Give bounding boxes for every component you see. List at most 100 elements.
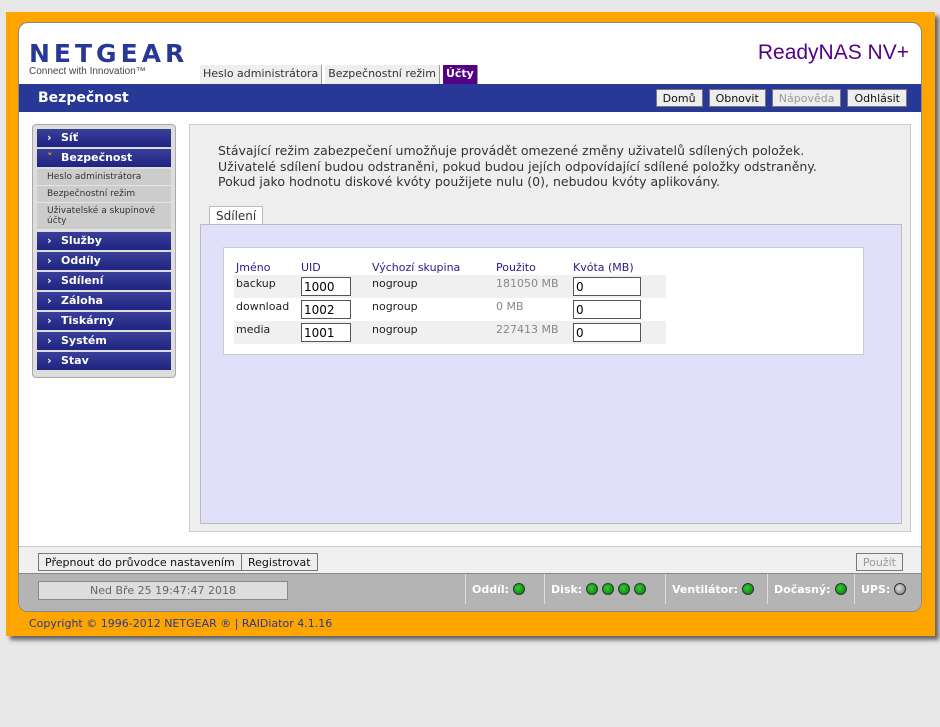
- led-grey-icon: [894, 583, 907, 595]
- table-row: media nogroup 227413 MB: [234, 321, 666, 344]
- sidebar-sub-admin-password[interactable]: Heslo administrátora: [37, 169, 171, 186]
- status-bar: Ned Bře 25 19:47:47 2018 Oddíl: Disk: Ve…: [19, 573, 921, 611]
- table-row: backup nogroup 181050 MB: [234, 275, 666, 298]
- bottom-bar: Přepnout do průvodce nastavením Registro…: [19, 546, 921, 573]
- clock: Ned Bře 25 19:47:47 2018: [38, 581, 288, 600]
- share-group: nogroup: [372, 300, 418, 313]
- chevron-right-icon: ›: [47, 354, 52, 367]
- content-area: › Síť ˅ Bezpečnost Heslo administrátora Be…: [19, 112, 921, 546]
- share-name: download: [236, 300, 290, 313]
- register-button[interactable]: Registrovat: [241, 553, 318, 571]
- led-green-icon: [513, 583, 526, 595]
- app-panel: NETGEAR Connect with Innovation™ Heslo a…: [18, 22, 922, 612]
- sidebar-item-label: Tiskárny: [61, 314, 114, 327]
- led-green-icon: [618, 583, 631, 595]
- uid-input[interactable]: [301, 323, 351, 342]
- share-users-box: Jméno UID Výchozí skupina Použito Kvóta …: [223, 247, 864, 355]
- chevron-right-icon: ›: [47, 334, 52, 347]
- section-bar: Bezpečnost Domů Obnovit Nápověda Odhlási…: [19, 84, 921, 112]
- col-uid: UID: [301, 261, 321, 274]
- chevron-right-icon: ›: [47, 314, 52, 327]
- netgear-logo: NETGEAR Connect with Innovation™: [29, 39, 188, 77]
- status-label: Oddíl:: [472, 582, 510, 596]
- share-used: 227413 MB: [494, 321, 571, 344]
- status-fan[interactable]: Ventilátor:: [665, 574, 767, 604]
- sidebar-item-label: Systém: [61, 334, 107, 347]
- share-used: 181050 MB: [494, 275, 571, 298]
- status-volume[interactable]: Oddíl:: [465, 574, 544, 604]
- help-button[interactable]: Nápověda: [771, 89, 842, 107]
- product-name: ReadyNAS NV+: [757, 41, 909, 64]
- top-tabs: Heslo administrátora Bezpečnostní režim …: [200, 65, 478, 84]
- sidebar-item-system[interactable]: › Systém: [37, 332, 171, 350]
- sidebar-item-label: Sdílení: [61, 274, 104, 287]
- sidebar-item-status[interactable]: › Stav: [37, 352, 171, 370]
- sidebar-item-label: Služby: [61, 234, 102, 247]
- sidebar-item-printers[interactable]: › Tiskárny: [37, 312, 171, 330]
- status-label: UPS:: [861, 582, 891, 596]
- uid-input[interactable]: [301, 300, 351, 319]
- col-used: Použito: [496, 261, 536, 274]
- tab-shares[interactable]: Sdílení: [209, 206, 264, 225]
- col-quota: Kvóta (MB): [573, 261, 634, 274]
- tab-accounts[interactable]: Účty: [442, 65, 478, 84]
- refresh-button[interactable]: Obnovit: [708, 89, 766, 107]
- status-disk[interactable]: Disk:: [544, 574, 665, 604]
- logo-text: NETGEAR: [29, 39, 189, 68]
- main-panel: Stávající režim zabezpečení umožňuje pro…: [189, 124, 911, 532]
- status-temp[interactable]: Dočasný:: [767, 574, 854, 604]
- tab-admin-password[interactable]: Heslo administrátora: [200, 65, 323, 84]
- col-name: Jméno: [236, 261, 271, 274]
- apply-button[interactable]: Použít: [855, 553, 903, 571]
- sidebar: › Síť ˅ Bezpečnost Heslo administrátora Be…: [32, 124, 176, 378]
- sidebar-sub-security-mode[interactable]: Bezpečnostní režim: [37, 186, 171, 203]
- section-title: Bezpečnost: [38, 90, 129, 106]
- sidebar-item-volumes[interactable]: › Oddíly: [37, 252, 171, 270]
- chevron-right-icon: ›: [47, 131, 52, 144]
- chevron-right-icon: ›: [47, 254, 52, 267]
- share-name: backup: [234, 275, 299, 298]
- table-row: download nogroup 0 MB: [234, 298, 666, 321]
- sidebar-item-shares[interactable]: › Sdílení: [37, 272, 171, 290]
- sidebar-item-backup[interactable]: › Záloha: [37, 292, 171, 310]
- tab-security-mode[interactable]: Bezpečnostní režim: [325, 65, 440, 84]
- logout-button[interactable]: Odhlásit: [847, 89, 907, 107]
- share-name: media: [234, 321, 299, 344]
- status-label: Ventilátor:: [672, 582, 739, 596]
- home-button[interactable]: Domů: [655, 89, 703, 107]
- quota-input[interactable]: [573, 323, 641, 342]
- sidebar-item-label: Stav: [61, 354, 89, 367]
- led-green-icon: [634, 583, 647, 595]
- led-green-icon: [742, 583, 755, 595]
- status-label: Dočasný:: [774, 582, 831, 596]
- share-group: nogroup: [370, 275, 494, 298]
- share-group: nogroup: [370, 321, 494, 344]
- led-green-icon: [586, 583, 599, 595]
- uid-input[interactable]: [301, 277, 351, 296]
- intro-text: Stávající režim zabezpečení umožňuje pro…: [218, 143, 817, 189]
- quota-input[interactable]: [573, 300, 641, 319]
- footer-copyright: Copyright © 1996-2012 NETGEAR ® | RAIDia…: [29, 617, 333, 630]
- chevron-right-icon: ›: [47, 234, 52, 247]
- col-group: Výchozí skupina: [372, 261, 461, 274]
- led-green-icon: [602, 583, 615, 595]
- status-label: Disk:: [551, 582, 583, 596]
- sidebar-item-services[interactable]: › Služby: [37, 232, 171, 250]
- setup-wizard-button[interactable]: Přepnout do průvodce nastavením: [38, 553, 242, 571]
- status-ups[interactable]: UPS:: [854, 574, 921, 604]
- led-green-icon: [834, 583, 847, 595]
- sidebar-item-network[interactable]: › Síť: [37, 129, 171, 147]
- sidebar-item-security[interactable]: ˅ Bezpečnost: [37, 149, 171, 167]
- chevron-down-icon: ˅: [47, 151, 53, 164]
- sidebar-item-label: Síť: [61, 131, 78, 144]
- sidebar-item-label: Záloha: [61, 294, 103, 307]
- share-users-table: Jméno UID Výchozí skupina Použito Kvóta …: [234, 260, 666, 344]
- sidebar-item-label: Bezpečnost: [61, 151, 133, 164]
- share-used: 0 MB: [496, 300, 524, 313]
- sidebar-item-label: Oddíly: [61, 254, 101, 267]
- quota-input[interactable]: [573, 277, 641, 296]
- sidebar-sub-accounts[interactable]: Uživatelské a skupinové účty: [37, 203, 171, 230]
- chevron-right-icon: ›: [47, 294, 52, 307]
- shares-panel: Jméno UID Výchozí skupina Použito Kvóta …: [200, 224, 902, 524]
- chevron-right-icon: ›: [47, 274, 52, 287]
